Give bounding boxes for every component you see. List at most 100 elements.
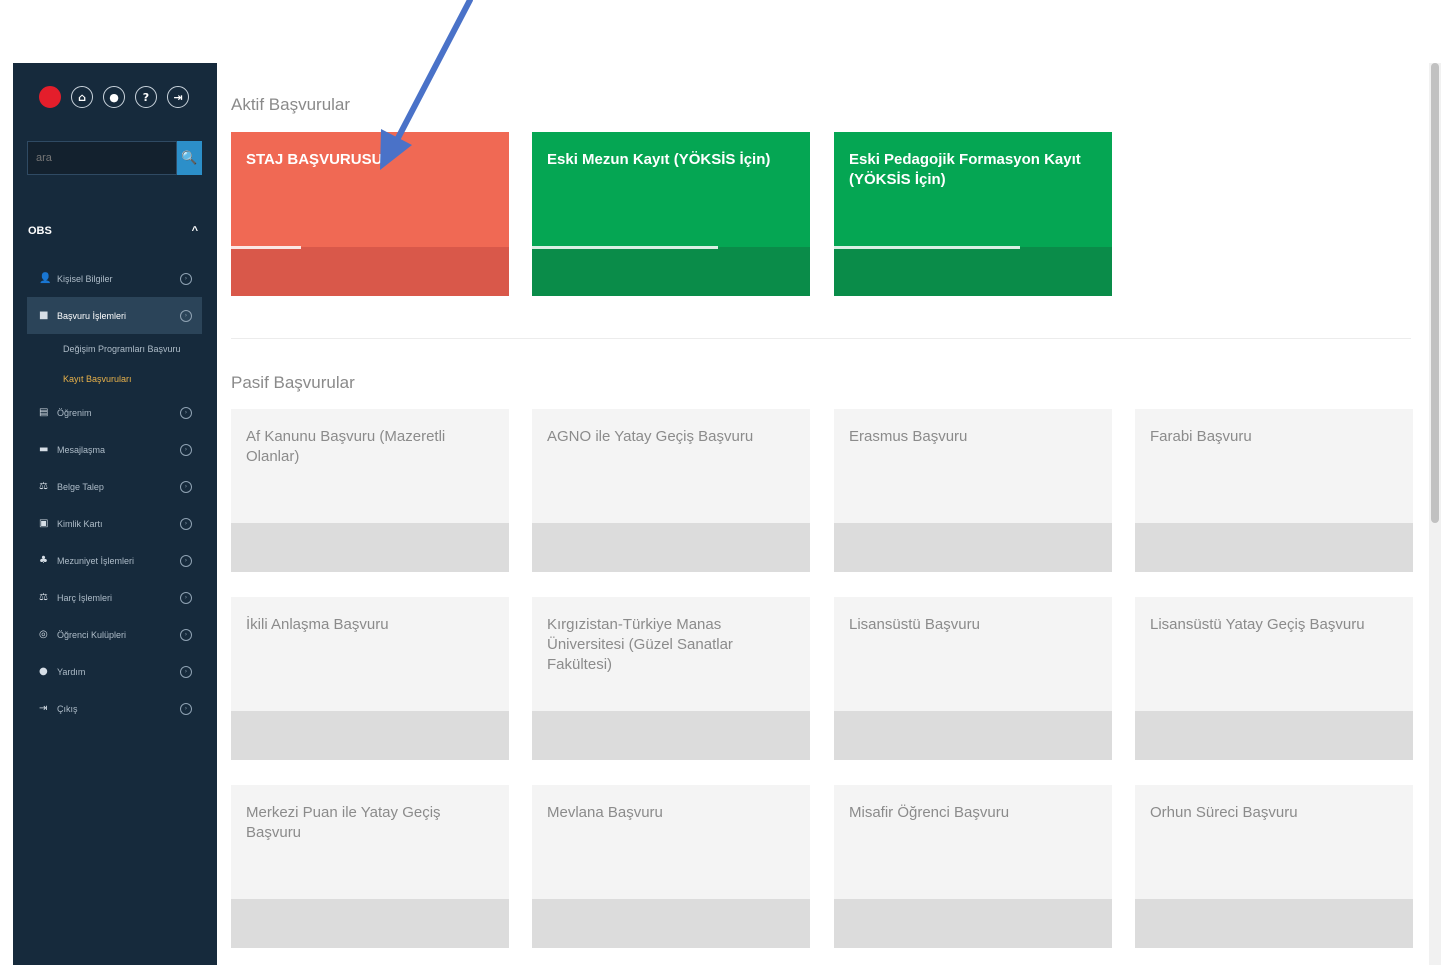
passive-application-card[interactable]: Lisansüstü Başvuru [834,597,1112,760]
card-title: Eski Pedagojik Formasyon Kayıt (YÖKSİS İ… [849,151,1081,188]
sidebar-item[interactable]: ▣ Kimlik Kartı › [27,505,202,542]
sidebar-top-icons: ⌂ ●? ⇥ [39,86,189,108]
passive-application-card[interactable]: Farabi Başvuru [1135,409,1413,572]
card-title: Misafir Öğrenci Başvuru [849,804,1010,821]
sidebar-item-label: Başvuru İşlemleri [57,310,127,321]
card-title: Kırgızistan-Türkiye Manas Üniversitesi (… [547,616,733,673]
search-input[interactable] [27,141,177,175]
chevron-right-icon: › [180,309,192,322]
card-title: STAJ BAŞVURUSU [246,151,383,168]
exit-icon: ⇥ [39,703,48,714]
help-icon: ● [39,666,48,677]
sidebar-item[interactable]: ⚖ Harç İşlemleri › [27,579,202,616]
passive-application-card[interactable]: Erasmus Başvuru [834,409,1112,572]
card-title: Af Kanunu Başvuru (Mazeretli Olanlar) [246,428,446,465]
sidebar-item-label: Kişisel Bilgiler [57,273,113,284]
sidebar-menu: 👤 Kişisel Bilgiler › ■ Başvuru İşlemleri › Değ… [27,260,202,727]
search-box: 🔍 [27,141,202,175]
card-progress-bar [834,246,1021,249]
card-progress-bar [532,246,719,249]
club-icon: ◎ [39,629,48,640]
sidebar-item[interactable]: 👤 Kişisel Bilgiler › [27,260,202,297]
passive-application-card[interactable]: İkili Anlaşma Başvuru [231,597,509,760]
section-label: OBS [28,225,52,237]
help-icon[interactable]: ? [135,86,157,108]
sidebar-item[interactable]: ◎ Öğrenci Kulüpleri › [27,616,202,653]
sidebar: ⌂ ●? ⇥ 🔍 OBS ^ 👤 Kişisel Bilgiler › ■ Başvuru … [13,63,217,965]
passive-application-card[interactable]: Mevlana Başvuru [532,785,810,948]
chevron-right-icon: › [180,480,192,493]
card-footer [231,711,509,760]
sidebar-item[interactable]: ▬ Mesajlaşma › [27,431,202,468]
scrollbar-thumb[interactable] [1431,63,1439,523]
passive-application-card[interactable]: Misafir Öğrenci Başvuru [834,785,1112,948]
submenu-item[interactable]: Kayıt Başvuruları [27,364,202,394]
sidebar-item-label: Çıkış [57,703,78,714]
active-applications-title: Aktif Başvurular [231,95,351,114]
message-icon: ▬ [39,444,49,455]
sidebar-item[interactable]: ⇥ Çıkış › [27,690,202,727]
chevron-right-icon: › [180,406,192,419]
passive-application-card[interactable]: Lisansüstü Yatay Geçiş Başvuru [1135,597,1413,760]
sidebar-item[interactable]: ⚖ Belge Talep › [27,468,202,505]
card-title: Lisansüstü Yatay Geçiş Başvuru [1150,616,1365,633]
sidebar-item[interactable]: ▤ Öğrenim › [27,394,202,431]
sidebar-item-label: Mezuniyet İşlemleri [57,555,135,566]
sidebar-item[interactable]: ■ Başvuru İşlemleri › [27,297,202,334]
chevron-right-icon: › [180,272,192,285]
card-title: İkili Anlaşma Başvuru [246,616,389,633]
search-icon[interactable]: 🔍 [177,141,202,175]
sidebar-item-label: Kimlik Kartı [57,518,103,529]
card-title: Eski Mezun Kayıt (YÖKSİS İçin) [547,151,771,168]
sidebar-item-label: Yardım [57,666,86,677]
card-title: Orhun Süreci Başvuru [1150,804,1298,821]
card-title: Lisansüstü Başvuru [849,616,980,633]
passive-application-card[interactable]: AGNO ile Yatay Geçiş Başvuru [532,409,810,572]
flag-icon[interactable] [39,86,61,108]
card-footer [532,899,810,948]
id-card-icon: ▣ [39,518,49,529]
chevron-up-icon: ^ [191,225,198,237]
card-footer [1135,899,1413,948]
chevron-right-icon: › [180,702,192,715]
card-title: Merkezi Puan ile Yatay Geçiş Başvuru [246,804,441,841]
card-footer [834,523,1112,572]
logout-icon[interactable]: ⇥ [167,86,189,108]
card-title: AGNO ile Yatay Geçiş Başvuru [547,428,754,445]
submenu-item[interactable]: Değişim Programları Başvuru [27,334,202,364]
graduation-icon: ♣ [39,555,48,566]
sidebar-item-label: Öğrenci Kulüpleri [57,629,127,640]
chevron-right-icon: › [180,517,192,530]
sidebar-item-label: Belge Talep [57,481,104,492]
book-icon: ▤ [39,407,49,418]
home-icon[interactable]: ⌂ [71,86,93,108]
sidebar-item-label: Mesajlaşma [57,444,106,455]
sidebar-item-label: Harç İşlemleri [57,592,113,603]
card-footer [231,247,509,296]
sidebar-item-label: Öğrenim [57,407,92,418]
sidebar-item[interactable]: ● Yardım › [27,653,202,690]
section-header-obs[interactable]: OBS ^ [28,223,198,239]
passive-application-card[interactable]: Af Kanunu Başvuru (Mazeretli Olanlar) [231,409,509,572]
active-application-card[interactable]: Eski Mezun Kayıt (YÖKSİS İçin) [532,132,810,296]
card-title: Mevlana Başvuru [547,804,663,821]
chevron-right-icon: › [180,665,192,678]
user-icon: 👤 [39,273,52,284]
passive-applications-title: Pasif Başvurular [231,373,355,392]
card-footer [1135,523,1413,572]
passive-application-card[interactable]: Orhun Süreci Başvuru [1135,785,1413,948]
chevron-right-icon: › [180,443,192,456]
card-footer [532,711,810,760]
passive-application-card[interactable]: Merkezi Puan ile Yatay Geçiş Başvuru [231,785,509,948]
active-application-card[interactable]: Eski Pedagojik Formasyon Kayıt (YÖKSİS İ… [834,132,1112,296]
sidebar-item[interactable]: ♣ Mezuniyet İşlemleri › [27,542,202,579]
card-footer [834,899,1112,948]
card-footer [834,247,1112,296]
card-title: Farabi Başvuru [1150,428,1252,445]
card-progress-bar [231,246,301,249]
card-footer [532,523,810,572]
message-icon[interactable]: ● [103,86,125,108]
passive-application-card[interactable]: Kırgızistan-Türkiye Manas Üniversitesi (… [532,597,810,760]
active-application-card[interactable]: STAJ BAŞVURUSU [231,132,509,296]
card-footer [1135,711,1413,760]
